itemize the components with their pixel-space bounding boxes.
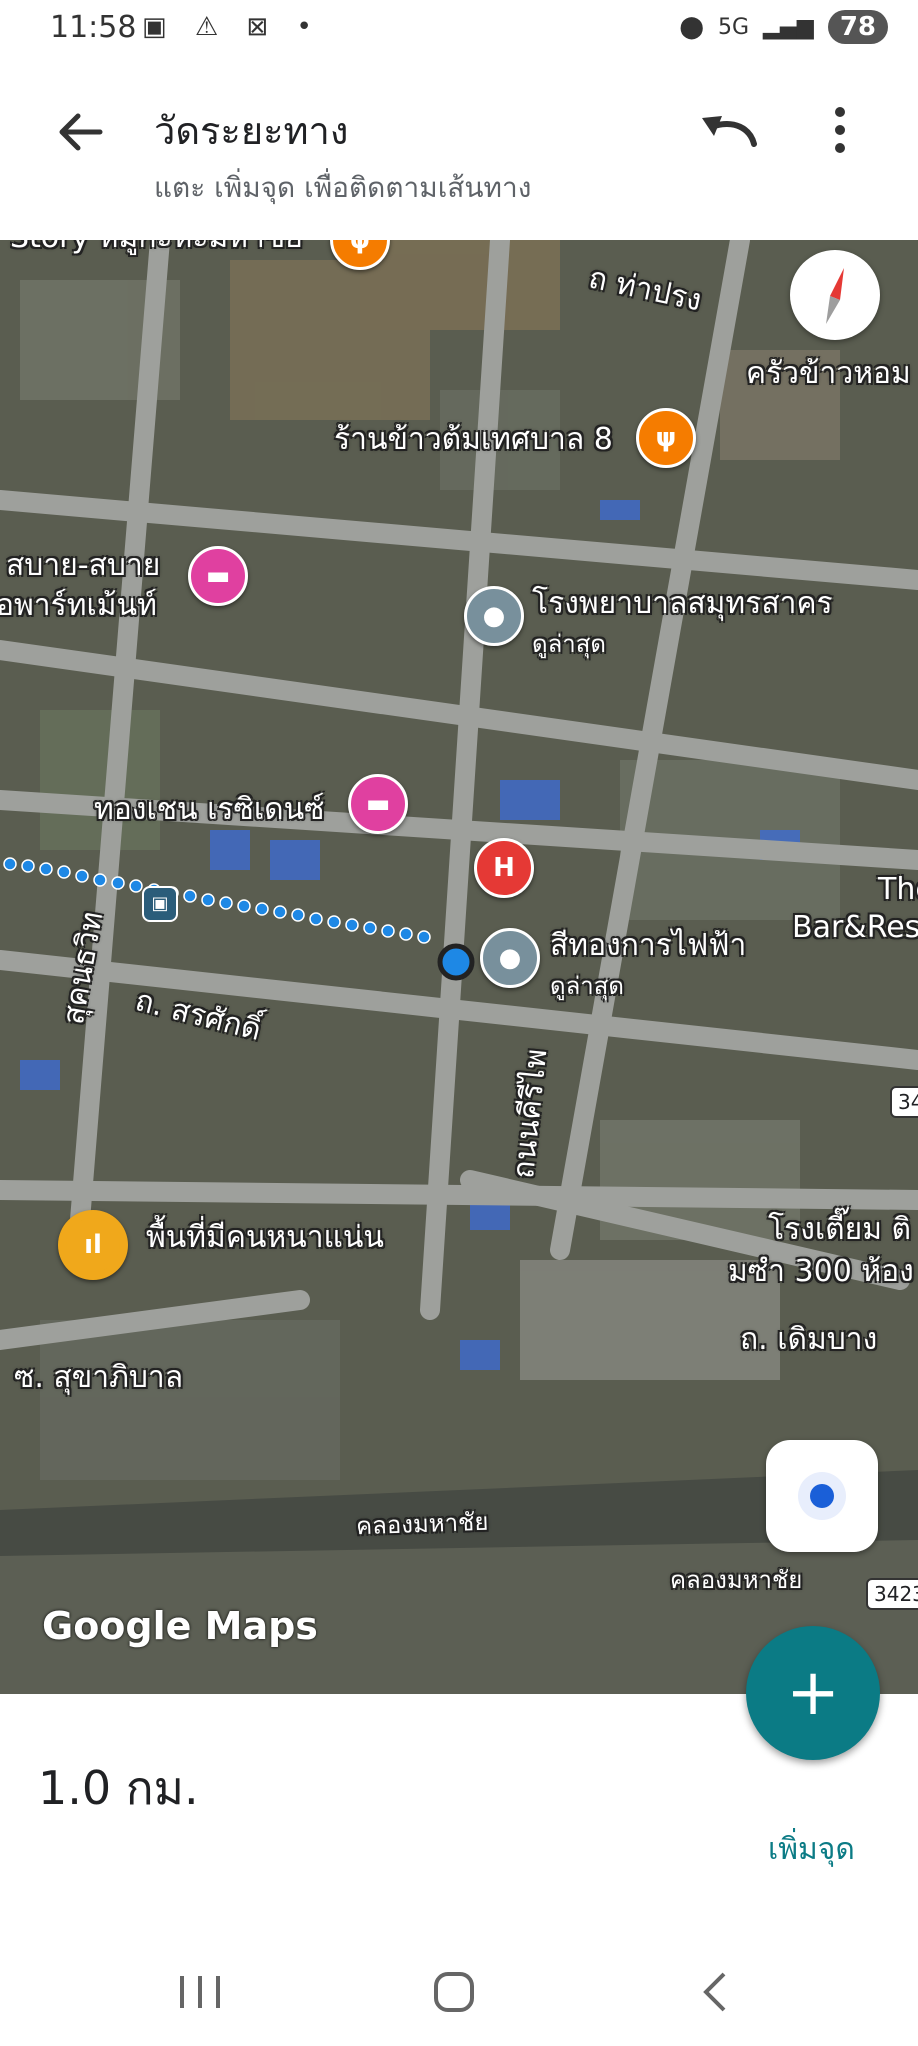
- hotel-pin-thongchen[interactable]: ▬: [348, 774, 408, 834]
- signal-icon: ▂▄▆: [763, 14, 814, 40]
- map-label-sabai-apartment[interactable]: อพาร์ทเม้นท์: [0, 582, 157, 629]
- map-label-teng-2[interactable]: มซำ 300 ห้อง: [728, 1248, 914, 1295]
- route-shield-3423: 3423: [866, 1578, 918, 1610]
- map-label-teng-1[interactable]: โรงเตี๊ยม ติ: [768, 1206, 911, 1253]
- water-label-klong[interactable]: คลองมหาชัย: [355, 1502, 489, 1546]
- map-label-hospital-recent[interactable]: ดูล่าสุด: [532, 624, 606, 663]
- compass-icon: [826, 268, 844, 324]
- hotel-pin-sabai[interactable]: ▬: [188, 546, 248, 606]
- map-label-the[interactable]: The: [878, 872, 918, 907]
- compass-button[interactable]: [790, 250, 880, 340]
- place-pin-hospital[interactable]: ●: [464, 586, 524, 646]
- status-bar: 11:58 ▣ ⚠ ⊠ • ⬤ 5G ▂▄▆ 78: [0, 0, 918, 62]
- back-nav-button[interactable]: [686, 1968, 746, 2018]
- network-label: 5G: [718, 14, 750, 40]
- plus-icon: +: [786, 1656, 840, 1730]
- satellite-map[interactable]: ▣ ψ ψ ▬ ▬ H ● ● ıl Story หมู่กะหะมหาชย ถ…: [0, 240, 918, 1694]
- place-pin-sithong[interactable]: ●: [480, 928, 540, 988]
- home-icon: [434, 1972, 474, 2012]
- road-label-doem-bang[interactable]: ถ. เดิมบาง: [740, 1316, 877, 1363]
- distance-value: 1.0 กม.: [38, 1761, 199, 1815]
- battery-indicator: 78: [827, 10, 888, 44]
- undo-button[interactable]: [694, 100, 764, 160]
- location-icon: ⬤: [679, 14, 704, 40]
- more-options-button[interactable]: [818, 98, 862, 162]
- hospital-pin-icon[interactable]: H: [474, 838, 534, 898]
- food-pin-icon[interactable]: ψ: [636, 408, 696, 468]
- map-label-hospital[interactable]: โรงพยาบาลสมุทรสาคร: [532, 580, 833, 627]
- notification-icons: ▣ ⚠ ⊠ •: [142, 12, 322, 42]
- google-maps-watermark: Google Maps: [42, 1604, 318, 1648]
- chevron-left-icon: [703, 1972, 726, 2012]
- arrow-back-icon: [59, 113, 103, 151]
- recents-icon: [180, 1976, 220, 2008]
- map-label-ran-khao-tom[interactable]: ร้านข้าวต้มเทศบาล 8: [334, 416, 613, 463]
- crowded-area-icon[interactable]: ıl: [58, 1210, 128, 1280]
- more-vert-icon: [835, 107, 845, 153]
- my-location-button[interactable]: [766, 1440, 878, 1552]
- add-point-fab[interactable]: +: [746, 1626, 880, 1760]
- route-shield-34: 34: [890, 1086, 918, 1118]
- map-label-sithong[interactable]: สีทองการไฟฟ้า: [550, 922, 746, 969]
- map-label-krua-khao-hom[interactable]: ครัวข้าวหอม: [746, 350, 911, 397]
- undo-icon: [702, 116, 757, 147]
- recent-apps-button[interactable]: [170, 1968, 230, 2018]
- home-button[interactable]: [424, 1968, 484, 2018]
- status-right: ⬤ 5G ▂▄▆ 78: [679, 10, 888, 44]
- water-label-klong-2[interactable]: คลองมหาชัย: [670, 1560, 802, 1599]
- system-navigation-bar: [0, 1940, 918, 2046]
- map-label-thongchen[interactable]: ทองเชน เรซิเดนซ์: [94, 786, 324, 833]
- bus-stop-icon[interactable]: ▣: [142, 886, 178, 922]
- map-label-sithong-recent[interactable]: ดูล่าสุด: [550, 966, 624, 1005]
- my-location-icon: [798, 1472, 846, 1520]
- map-label-crowded[interactable]: พื้นที่มีคนหนาแน่น: [146, 1214, 384, 1261]
- back-button[interactable]: [50, 102, 110, 162]
- road-label-sukhaphiban[interactable]: ซ. สุขาภิบาล: [14, 1354, 183, 1401]
- add-point-label: เพิ่มจุด: [768, 1832, 855, 1867]
- map-label-story[interactable]: Story หมู่กะหะมหาชย: [10, 240, 303, 261]
- map-label-bar-rest[interactable]: Bar&Rest: [792, 910, 918, 945]
- status-time: 11:58: [50, 10, 137, 45]
- page-subtitle: แตะ เพิ่มจุด เพื่อติดตามเส้นทาง: [154, 171, 532, 204]
- page-title: วัดระยะทาง: [154, 109, 349, 153]
- app-bar: วัดระยะทาง แตะ เพิ่มจุด เพื่อติดตามเส้นท…: [0, 62, 918, 240]
